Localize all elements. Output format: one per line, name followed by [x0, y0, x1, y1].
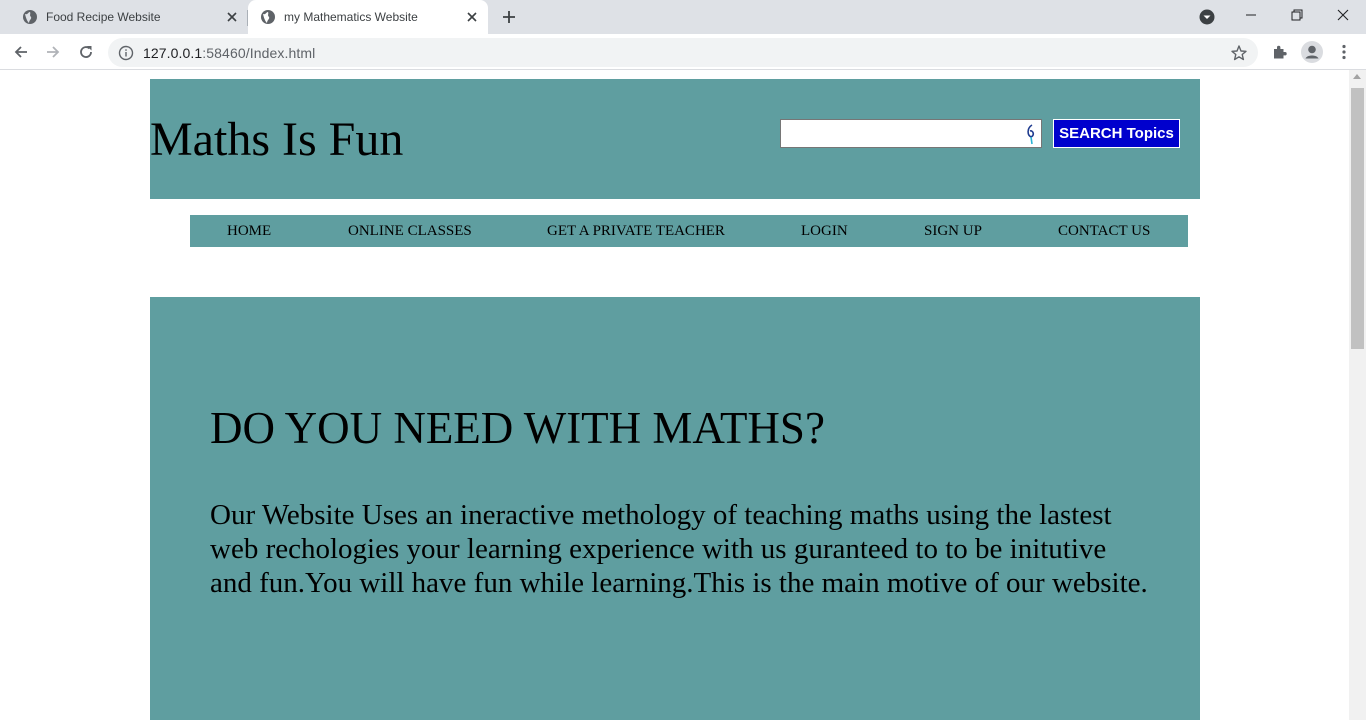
url-text: 127.0.0.1:58460/Index.html — [143, 45, 315, 61]
kebab-menu-icon — [1342, 44, 1346, 60]
nav-contact-us[interactable]: CONTACT US — [1058, 223, 1150, 240]
search-input[interactable] — [780, 119, 1042, 148]
tab-search-button[interactable] — [1198, 8, 1216, 26]
tab-food-recipe[interactable]: Food Recipe Website — [12, 0, 248, 34]
nav-sign-up[interactable]: SIGN UP — [924, 223, 982, 240]
nav-home[interactable]: HOME — [227, 223, 271, 240]
extensions-button[interactable] — [1269, 42, 1289, 62]
scroll-up-arrow-icon[interactable] — [1353, 74, 1361, 79]
minimize-icon — [1246, 14, 1256, 16]
grammar-extension-icon[interactable] — [1024, 123, 1038, 145]
browser-menu-button[interactable] — [1334, 42, 1354, 62]
main-nav: HOME ONLINE CLASSES GET A PRIVATE TEACHE… — [190, 215, 1188, 247]
globe-icon — [261, 10, 275, 24]
close-icon — [1337, 9, 1349, 21]
profile-button[interactable] — [1301, 41, 1323, 63]
arrow-left-icon — [14, 46, 27, 58]
restore-icon — [1291, 9, 1303, 21]
hero-description: Our Website Uses an ineractive methology… — [210, 499, 1148, 599]
nav-private-teacher[interactable]: GET A PRIVATE TEACHER — [547, 223, 725, 240]
arrow-right-icon — [47, 46, 60, 58]
new-tab-button[interactable] — [498, 6, 520, 28]
hero-heading: DO YOU NEED WITH MATHS? — [210, 403, 825, 453]
vertical-scrollbar[interactable] — [1349, 70, 1366, 720]
forward-button[interactable] — [40, 39, 66, 65]
chevron-down-icon — [1199, 9, 1215, 25]
puzzle-icon — [1273, 45, 1287, 58]
restore-button[interactable] — [1274, 0, 1320, 30]
site-header: Maths Is Fun SEARCH Topics — [150, 79, 1200, 199]
site-title: Maths Is Fun — [150, 113, 404, 166]
hero-section: DO YOU NEED WITH MATHS? Our Website Uses… — [150, 297, 1200, 720]
address-bar[interactable]: 127.0.0.1:58460/Index.html — [108, 38, 1258, 67]
close-window-button[interactable] — [1320, 0, 1366, 30]
nav-online-classes[interactable]: ONLINE CLASSES — [348, 223, 472, 240]
tab-title: Food Recipe Website — [46, 10, 161, 24]
close-tab-icon[interactable] — [464, 9, 480, 25]
minimize-button[interactable] — [1228, 0, 1274, 30]
plus-icon — [503, 11, 515, 23]
reload-button[interactable] — [73, 39, 99, 65]
bookmark-star-icon[interactable] — [1230, 44, 1248, 62]
close-tab-icon[interactable] — [224, 9, 240, 25]
browser-toolbar: 127.0.0.1:58460/Index.html — [0, 34, 1366, 70]
nav-login[interactable]: LOGIN — [801, 223, 848, 240]
scroll-thumb[interactable] — [1351, 88, 1364, 349]
url-path: :58460/Index.html — [202, 45, 316, 61]
url-host: 127.0.0.1 — [143, 45, 203, 61]
globe-icon — [23, 10, 37, 24]
reload-icon — [80, 46, 92, 58]
back-button[interactable] — [8, 39, 34, 65]
tab-mathematics[interactable]: my Mathematics Website — [248, 0, 488, 34]
search-topics-button[interactable]: SEARCH Topics — [1053, 119, 1180, 148]
avatar-icon — [1301, 41, 1323, 63]
tab-strip: Food Recipe Website my Mathematics Websi… — [0, 0, 1366, 34]
info-icon[interactable] — [118, 45, 134, 61]
tab-title: my Mathematics Website — [284, 10, 418, 24]
